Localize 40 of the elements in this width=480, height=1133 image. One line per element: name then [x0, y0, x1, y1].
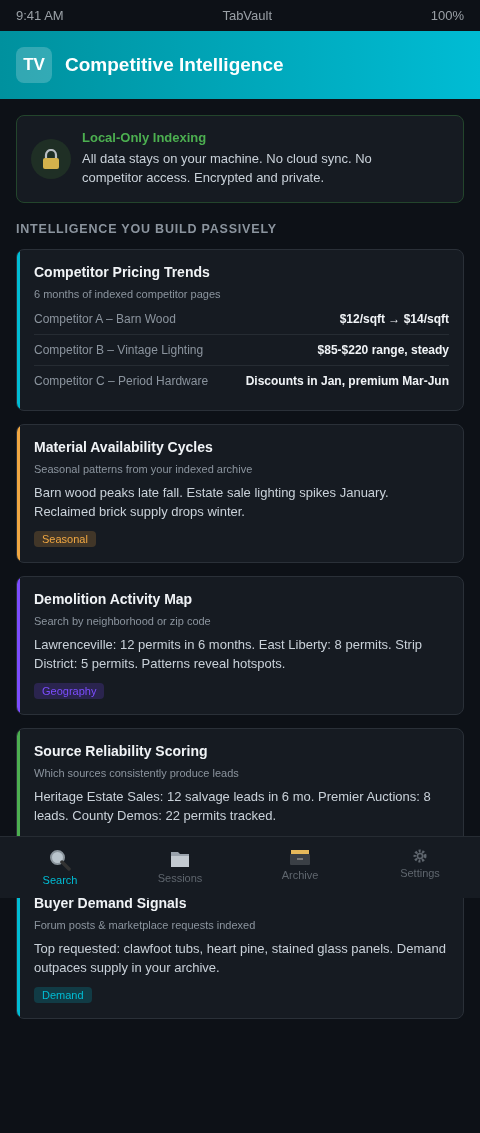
card-body: Heritage Estate Sales: 12 salvage leads in 6 mo. Premier Auctions: 8 leads. County Demos: 22 permits tracked. — [34, 788, 432, 825]
pricing-trend: Discounts in Jan, premium Mar-Jun — [245, 374, 449, 388]
notice-title: Local-Only Indexing — [82, 130, 208, 145]
app-logo: TV — [16, 47, 52, 83]
file-box-icon — [290, 849, 310, 865]
card-body: Top requested: clawfoot tubs, heart pine, stained glass panels. Demand outpaces supply in your archive. — [34, 940, 447, 977]
search-icon — [49, 849, 71, 871]
card-subtitle: Search by neighborhood or zip code — [34, 615, 212, 627]
nav-tab[interactable]: Archive — [240, 837, 360, 898]
card-title: Material Availability Cycles — [34, 439, 214, 455]
battery-level: 100% — [430, 8, 464, 23]
pricing-trend: $85-$220 range, steady — [317, 343, 449, 357]
competitor-name: Competitor A – Barn Wood — [34, 312, 176, 326]
category-tag: Demand — [34, 987, 92, 1003]
card-title: Demolition Activity Map — [34, 591, 194, 607]
competitor-name: Competitor B – Vintage Lighting — [34, 343, 204, 357]
card-title: Buyer Demand Signals — [34, 895, 188, 911]
folder-icon — [169, 849, 191, 869]
card-subtitle: Forum posts & marketplace requests indexed — [34, 919, 257, 931]
nav-tab[interactable]: Search — [0, 837, 120, 898]
competitor-name: Competitor C – Period Hardware — [34, 374, 209, 388]
status-app-name: TabVault — [222, 8, 273, 23]
card-body: Barn wood peaks late fall. Estate sale lighting spikes January. Reclaimed brick supply drops winter. — [34, 484, 390, 521]
nav-tab[interactable]: Settings — [360, 837, 480, 898]
card-subtitle: Seasonal patterns from your indexed archive — [34, 463, 254, 475]
card-title: Competitor Pricing Trends — [34, 264, 211, 280]
nav-tab[interactable]: Sessions — [120, 837, 240, 898]
card-subtitle: Which sources consistently produce leads — [34, 767, 240, 779]
pricing-trend: $12/sqft → $14/sqft — [339, 312, 449, 326]
card-body: Lawrenceville: 12 permits in 6 months. East Liberty: 8 permits. Strip District: 5 permits. Patterns reveal hotspots. — [34, 636, 423, 673]
page-title: Competitive Intelligence — [65, 54, 284, 76]
status-time: 9:41 AM — [16, 8, 64, 23]
card-subtitle: 6 months of indexed competitor pages — [34, 288, 222, 300]
section-heading: INTELLIGENCE YOU BUILD PASSIVELY — [16, 222, 278, 236]
category-tag: Seasonal — [34, 531, 96, 547]
card-title: Source Reliability Scoring — [34, 743, 209, 759]
category-tag: Geography — [34, 683, 105, 699]
lock-icon — [31, 138, 71, 179]
settings-icon — [413, 849, 427, 863]
notice-text: All data stays on your machine. No cloud sync. No competitor access. Encrypted and private. — [82, 150, 373, 187]
